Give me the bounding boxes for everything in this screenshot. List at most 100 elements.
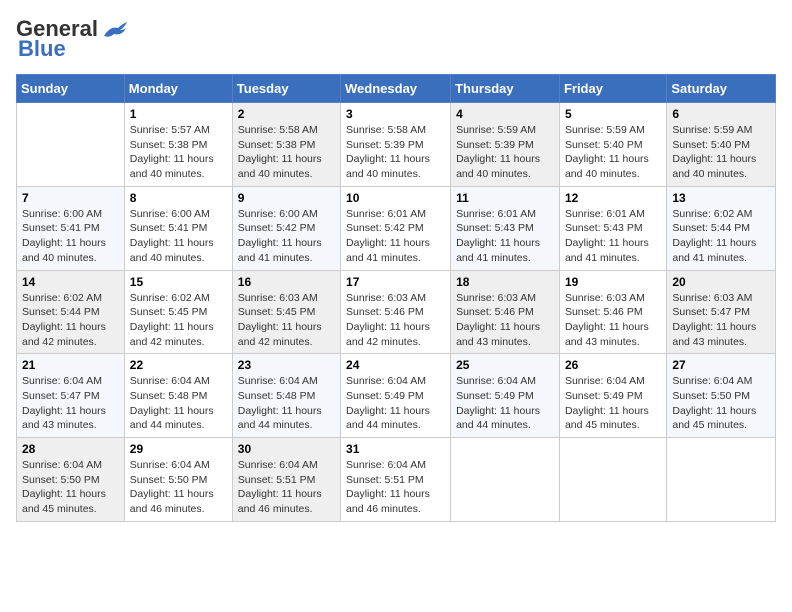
calendar-cell	[559, 438, 666, 522]
day-info: Sunrise: 6:01 AM Sunset: 5:43 PM Dayligh…	[456, 207, 554, 266]
calendar-cell: 23 Sunrise: 6:04 AM Sunset: 5:48 PM Dayli…	[232, 354, 340, 438]
calendar-cell: 16Sunrise: 6:03 AM Sunset: 5:45 PM Dayli…	[232, 270, 340, 354]
calendar-week-4: 21Sunrise: 6:04 AM Sunset: 5:47 PM Dayli…	[17, 354, 776, 438]
col-header-sunday: Sunday	[17, 75, 125, 103]
calendar-cell: 7Sunrise: 6:00 AM Sunset: 5:41 PM Daylig…	[17, 186, 125, 270]
day-number: 27	[672, 358, 770, 372]
day-number: 4	[456, 107, 554, 121]
day-info: Sunrise: 6:03 AM Sunset: 5:46 PM Dayligh…	[565, 291, 661, 350]
day-info: Sunrise: 5:59 AM Sunset: 5:40 PM Dayligh…	[672, 123, 770, 182]
day-info: Sunrise: 6:01 AM Sunset: 5:43 PM Dayligh…	[565, 207, 661, 266]
day-info: Sunrise: 6:04 AM Sunset: 5:50 PM Dayligh…	[672, 374, 770, 433]
day-info: Sunrise: 6:00 AM Sunset: 5:42 PM Dayligh…	[238, 207, 335, 266]
calendar-table: SundayMondayTuesdayWednesdayThursdayFrid…	[16, 74, 776, 522]
day-number: 14	[22, 275, 119, 289]
calendar-cell: 28Sunrise: 6:04 AM Sunset: 5:50 PM Dayli…	[17, 438, 125, 522]
calendar-week-3: 14 Sunrise: 6:02 AM Sunset: 5:44 PM Dayli…	[17, 270, 776, 354]
day-number: 23	[238, 358, 335, 372]
day-number: 6	[672, 107, 770, 121]
day-number: 22	[130, 358, 227, 372]
day-info: Sunrise: 6:00 AM Sunset: 5:41 PM Dayligh…	[130, 207, 227, 266]
day-info: Sunrise: 5:59 AM Sunset: 5:40 PM Dayligh…	[565, 123, 661, 182]
calendar-cell: 6 Sunrise: 5:59 AM Sunset: 5:40 PM Daylig…	[667, 103, 776, 187]
calendar-cell: 1 Sunrise: 5:57 AM Sunset: 5:38 PM Daylig…	[124, 103, 232, 187]
day-info: Sunrise: 5:58 AM Sunset: 5:39 PM Dayligh…	[346, 123, 445, 182]
col-header-wednesday: Wednesday	[341, 75, 451, 103]
calendar-cell	[17, 103, 125, 187]
calendar-cell: 20 Sunrise: 6:03 AM Sunset: 5:47 PM Dayli…	[667, 270, 776, 354]
calendar-cell: 22 Sunrise: 6:04 AM Sunset: 5:48 PM Dayli…	[124, 354, 232, 438]
day-info: Sunrise: 6:01 AM Sunset: 5:42 PM Dayligh…	[346, 207, 445, 266]
day-number: 30	[238, 442, 335, 456]
day-info: Sunrise: 6:04 AM Sunset: 5:48 PM Dayligh…	[238, 374, 335, 433]
day-number: 18	[456, 275, 554, 289]
day-number: 20	[672, 275, 770, 289]
calendar-cell: 9 Sunrise: 6:00 AM Sunset: 5:42 PM Daylig…	[232, 186, 340, 270]
day-info: Sunrise: 5:59 AM Sunset: 5:39 PM Dayligh…	[456, 123, 554, 182]
calendar-cell: 2Sunrise: 5:58 AM Sunset: 5:38 PM Daylig…	[232, 103, 340, 187]
day-info: Sunrise: 6:04 AM Sunset: 5:49 PM Dayligh…	[565, 374, 661, 433]
day-number: 7	[22, 191, 119, 205]
calendar-cell: 30Sunrise: 6:04 AM Sunset: 5:51 PM Dayli…	[232, 438, 340, 522]
day-info: Sunrise: 6:04 AM Sunset: 5:47 PM Dayligh…	[22, 374, 119, 433]
day-info: Sunrise: 6:02 AM Sunset: 5:44 PM Dayligh…	[672, 207, 770, 266]
calendar-cell: 31 Sunrise: 6:04 AM Sunset: 5:51 PM Dayli…	[341, 438, 451, 522]
calendar-cell: 12 Sunrise: 6:01 AM Sunset: 5:43 PM Dayli…	[559, 186, 666, 270]
col-header-monday: Monday	[124, 75, 232, 103]
calendar-cell: 19 Sunrise: 6:03 AM Sunset: 5:46 PM Dayli…	[559, 270, 666, 354]
calendar-cell: 26Sunrise: 6:04 AM Sunset: 5:49 PM Dayli…	[559, 354, 666, 438]
day-number: 13	[672, 191, 770, 205]
day-info: Sunrise: 6:02 AM Sunset: 5:45 PM Dayligh…	[130, 291, 227, 350]
calendar-cell: 15 Sunrise: 6:02 AM Sunset: 5:45 PM Dayli…	[124, 270, 232, 354]
col-header-thursday: Thursday	[451, 75, 560, 103]
calendar-cell: 5 Sunrise: 5:59 AM Sunset: 5:40 PM Daylig…	[559, 103, 666, 187]
day-number: 25	[456, 358, 554, 372]
day-info: Sunrise: 5:57 AM Sunset: 5:38 PM Dayligh…	[130, 123, 227, 182]
col-header-tuesday: Tuesday	[232, 75, 340, 103]
calendar-cell: 11 Sunrise: 6:01 AM Sunset: 5:43 PM Dayli…	[451, 186, 560, 270]
calendar-cell: 29 Sunrise: 6:04 AM Sunset: 5:50 PM Dayli…	[124, 438, 232, 522]
day-number: 11	[456, 191, 554, 205]
day-info: Sunrise: 6:04 AM Sunset: 5:48 PM Dayligh…	[130, 374, 227, 433]
calendar-cell: 27 Sunrise: 6:04 AM Sunset: 5:50 PM Dayli…	[667, 354, 776, 438]
day-number: 9	[238, 191, 335, 205]
day-number: 5	[565, 107, 661, 121]
day-number: 19	[565, 275, 661, 289]
day-number: 3	[346, 107, 445, 121]
day-number: 12	[565, 191, 661, 205]
day-number: 1	[130, 107, 227, 121]
day-info: Sunrise: 6:03 AM Sunset: 5:46 PM Dayligh…	[346, 291, 445, 350]
day-info: Sunrise: 6:03 AM Sunset: 5:47 PM Dayligh…	[672, 291, 770, 350]
day-info: Sunrise: 6:04 AM Sunset: 5:50 PM Dayligh…	[22, 458, 119, 517]
day-number: 10	[346, 191, 445, 205]
day-info: Sunrise: 6:04 AM Sunset: 5:51 PM Dayligh…	[346, 458, 445, 517]
page-header: General Blue	[16, 16, 776, 62]
calendar-cell: 18 Sunrise: 6:03 AM Sunset: 5:46 PM Dayli…	[451, 270, 560, 354]
logo: General Blue	[16, 16, 128, 62]
day-info: Sunrise: 6:03 AM Sunset: 5:45 PM Dayligh…	[238, 291, 335, 350]
column-headers: SundayMondayTuesdayWednesdayThursdayFrid…	[17, 75, 776, 103]
col-header-friday: Friday	[559, 75, 666, 103]
day-info: Sunrise: 6:04 AM Sunset: 5:50 PM Dayligh…	[130, 458, 227, 517]
day-number: 8	[130, 191, 227, 205]
calendar-cell: 14 Sunrise: 6:02 AM Sunset: 5:44 PM Dayli…	[17, 270, 125, 354]
col-header-saturday: Saturday	[667, 75, 776, 103]
calendar-cell: 13 Sunrise: 6:02 AM Sunset: 5:44 PM Dayli…	[667, 186, 776, 270]
day-number: 24	[346, 358, 445, 372]
calendar-week-2: 7 Sunrise: 6:00 AM Sunset: 5:41 PM Daylig…	[17, 186, 776, 270]
calendar-cell: 8 Sunrise: 6:00 AM Sunset: 5:41 PM Daylig…	[124, 186, 232, 270]
calendar-cell: 10 Sunrise: 6:01 AM Sunset: 5:42 PM Dayli…	[341, 186, 451, 270]
day-info: Sunrise: 6:02 AM Sunset: 5:44 PM Dayligh…	[22, 291, 119, 350]
calendar-week-5: 28Sunrise: 6:04 AM Sunset: 5:50 PM Dayli…	[17, 438, 776, 522]
day-info: Sunrise: 5:58 AM Sunset: 5:38 PM Dayligh…	[238, 123, 335, 182]
day-number: 29	[130, 442, 227, 456]
day-info: Sunrise: 6:03 AM Sunset: 5:46 PM Dayligh…	[456, 291, 554, 350]
calendar-cell: 4 Sunrise: 5:59 AM Sunset: 5:39 PM Daylig…	[451, 103, 560, 187]
calendar-cell	[667, 438, 776, 522]
logo-bird-icon	[100, 18, 128, 40]
day-number: 15	[130, 275, 227, 289]
calendar-cell: 21Sunrise: 6:04 AM Sunset: 5:47 PM Dayli…	[17, 354, 125, 438]
day-number: 31	[346, 442, 445, 456]
calendar-cell: 24Sunrise: 6:04 AM Sunset: 5:49 PM Dayli…	[341, 354, 451, 438]
logo-blue: Blue	[18, 36, 66, 62]
